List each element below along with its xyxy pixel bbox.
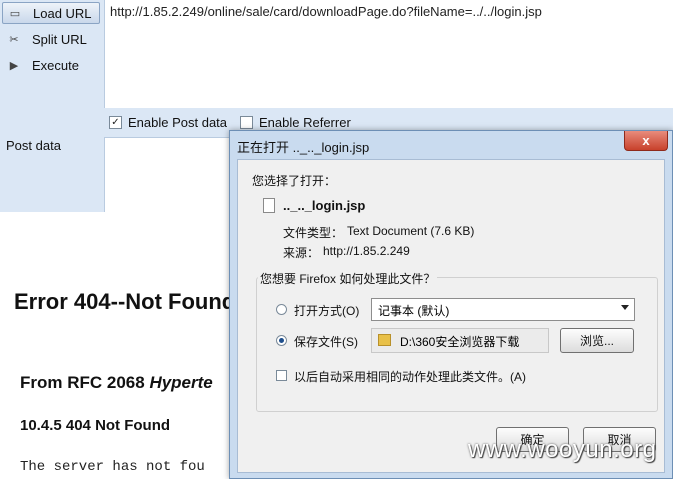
load-icon: ▭ <box>9 7 21 20</box>
open-with-label: 打开方式(O) <box>294 304 360 318</box>
save-file-radio[interactable] <box>276 335 287 346</box>
save-path-field: D:\360安全浏览器下载 <box>371 328 549 353</box>
file-name: .._.._login.jsp <box>283 198 366 213</box>
enable-post-checkbox[interactable]: ✓ Enable Post data <box>109 115 227 130</box>
auto-apply-label: 以后自动采用相同的动作处理此类文件。(A) <box>294 370 526 384</box>
unchecked-box <box>240 116 253 129</box>
handling-question: 您想要 Firefox 如何处理此文件？ <box>258 270 438 287</box>
play-icon: ▶ <box>9 59 19 72</box>
save-file-label: 保存文件(S) <box>294 335 358 349</box>
split-url-button[interactable]: ✂ Split URL <box>2 28 100 50</box>
execute-button[interactable]: ▶ Execute <box>2 54 100 76</box>
body-text: The server has not fou <box>20 459 205 475</box>
file-type-label: 文件类型： <box>283 226 344 240</box>
auto-apply-checkbox[interactable] <box>276 370 287 381</box>
source-value: http://1.85.2.249 <box>323 244 410 258</box>
url-textarea[interactable]: http://1.85.2.249/online/sale/card/downl… <box>104 0 673 108</box>
post-data-label: Post data <box>6 138 61 153</box>
enable-referrer-label: Enable Referrer <box>259 115 351 130</box>
error-heading: Error 404--Not Found <box>14 289 236 314</box>
save-path-value: D:\360安全浏览器下载 <box>400 335 520 349</box>
enable-referrer-checkbox[interactable]: Enable Referrer <box>240 115 351 130</box>
download-dialog: 正在打开 .._.._login.jsp x 您选择了打开： .._.._log… <box>229 130 673 479</box>
open-with-radio[interactable] <box>276 304 287 315</box>
dialog-title: 正在打开 .._.._login.jsp <box>237 140 370 155</box>
folder-icon <box>378 334 391 346</box>
source-label: 来源： <box>283 246 320 260</box>
rfc-prefix: From RFC 2068 <box>20 373 150 392</box>
load-url-button[interactable]: ▭ Load URL <box>2 2 100 24</box>
enable-post-label: Enable Post data <box>128 115 228 130</box>
open-with-select[interactable]: 记事本 (默认) <box>371 298 635 321</box>
close-button[interactable]: x <box>624 131 668 151</box>
split-url-label: Split URL <box>32 31 87 47</box>
rfc-italic: Hyperte <box>149 373 213 392</box>
chevron-down-icon <box>621 305 629 310</box>
open-with-value: 记事本 (默认) <box>378 304 450 318</box>
rfc-heading: From RFC 2068 Hyperte <box>20 373 213 393</box>
dialog-body: 您选择了打开： .._.._login.jsp 文件类型： Text Docum… <box>237 159 665 473</box>
section-heading: 10.4.5 404 Not Found <box>20 417 171 434</box>
scissors-icon: ✂ <box>9 33 19 46</box>
execute-label: Execute <box>32 57 79 73</box>
checkmark-icon: ✓ <box>109 116 122 129</box>
browse-button[interactable]: 浏览... <box>560 328 634 353</box>
file-type-value: Text Document (7.6 KB) <box>347 224 475 238</box>
chosen-label: 您选择了打开： <box>252 174 337 188</box>
watermark: www.wooyun.org <box>468 436 657 463</box>
file-icon <box>263 198 275 213</box>
load-url-label: Load URL <box>33 5 92 21</box>
